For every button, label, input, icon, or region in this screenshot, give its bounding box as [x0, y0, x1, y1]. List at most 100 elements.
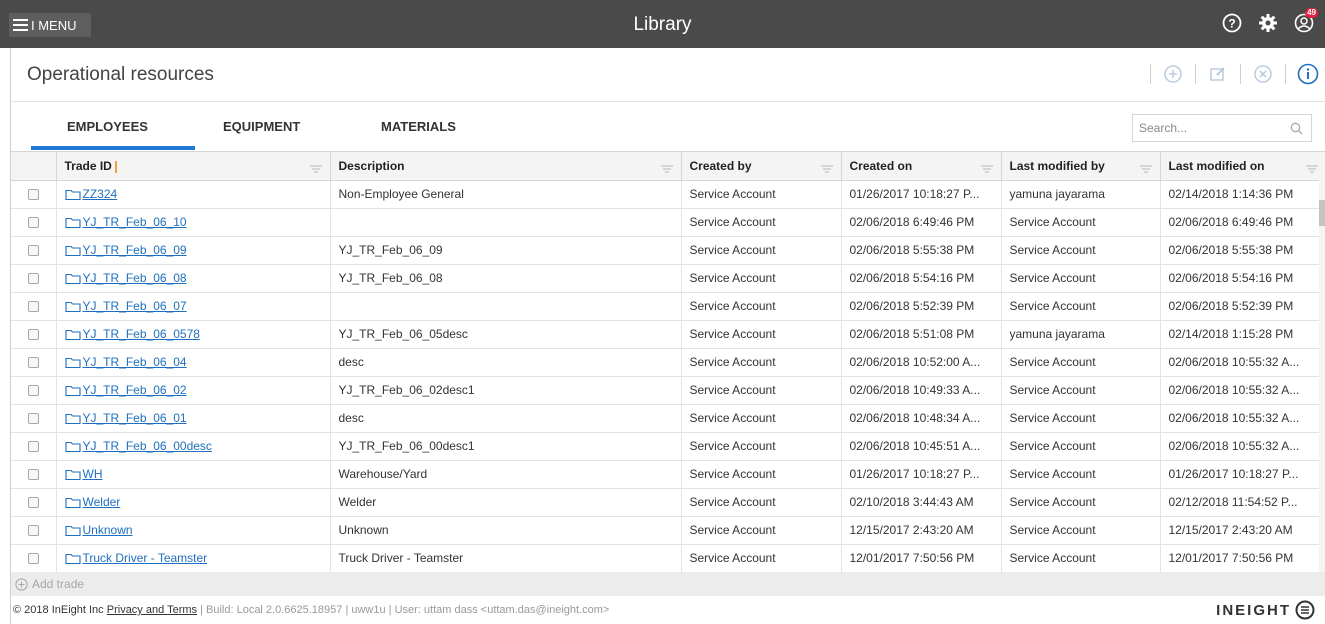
column-header-created-by[interactable]: Created by — [681, 152, 842, 181]
row-checkbox[interactable] — [27, 217, 39, 229]
info-icon[interactable] — [1297, 63, 1319, 85]
filter-icon[interactable] — [1139, 162, 1152, 176]
filter-icon[interactable] — [980, 162, 993, 176]
row-checkbox[interactable] — [27, 413, 39, 425]
help-icon[interactable]: ? — [1221, 12, 1243, 34]
trade-id-link[interactable]: YJ_TR_Feb_06_10 — [83, 215, 187, 229]
search-input[interactable] — [1133, 115, 1283, 141]
last-modified-by-cell: yamuna jayarama — [1001, 320, 1161, 349]
trade-id-link[interactable]: YJ_TR_Feb_06_0578 — [83, 327, 200, 341]
last-modified-on-cell: 02/06/2018 10:55:32 A... — [1160, 404, 1325, 433]
folder-icon — [64, 386, 81, 397]
table-row[interactable]: YJ_TR_Feb_06_0578 YJ_TR_Feb_06_05desc Serv… — [11, 320, 1325, 349]
table-row[interactable]: Welder Welder Service Account 02/10/2018 3:… — [11, 488, 1325, 517]
row-checkbox[interactable] — [27, 301, 39, 313]
sort-indicator-icon — [114, 160, 117, 173]
column-header-trade-id[interactable]: Trade ID — [56, 152, 331, 181]
privacy-terms-link[interactable]: Privacy and Terms — [107, 604, 197, 616]
column-label: Last modified by — [1009, 158, 1105, 173]
table-row[interactable]: YJ_TR_Feb_06_10 Service Account 02/06/2018… — [11, 208, 1325, 237]
created-by-cell: Service Account — [681, 264, 842, 293]
trade-id-link[interactable]: WH — [83, 467, 103, 481]
table-row[interactable]: YJ_TR_Feb_06_01 desc Service Account 02/06/… — [11, 404, 1325, 433]
last-modified-by-cell: Service Account — [1001, 488, 1161, 517]
tab-equipment[interactable]: EQUIPMENT — [223, 119, 300, 134]
add-trade-button[interactable]: Add trade — [15, 577, 84, 591]
trade-id-link[interactable]: YJ_TR_Feb_06_02 — [83, 383, 187, 397]
gear-icon[interactable] — [1257, 12, 1279, 34]
trade-id-link[interactable]: ZZ324 — [83, 187, 118, 201]
row-checkbox[interactable] — [27, 189, 39, 201]
row-checkbox[interactable] — [27, 469, 39, 481]
trade-id-cell: WH — [56, 460, 331, 489]
row-checkbox-cell — [11, 236, 57, 265]
created-on-cell: 02/10/2018 3:44:43 AM — [841, 488, 1002, 517]
trade-id-link[interactable]: YJ_TR_Feb_06_01 — [83, 411, 187, 425]
edit-icon[interactable] — [1207, 63, 1229, 85]
copyright-text: 2018 InEight Inc — [24, 604, 104, 616]
table-row[interactable]: YJ_TR_Feb_06_02 YJ_TR_Feb_06_02desc1 Servi… — [11, 376, 1325, 405]
row-checkbox[interactable] — [27, 329, 39, 341]
table-row[interactable]: Truck Driver - Teamster Truck Driver - Te… — [11, 544, 1325, 572]
folder-icon — [64, 302, 81, 313]
tab-employees[interactable]: EMPLOYEES — [67, 119, 148, 134]
column-header-created-on[interactable]: Created on — [841, 152, 1002, 181]
trade-id-link[interactable]: Truck Driver - Teamster — [83, 551, 208, 565]
column-header-last-modified-by[interactable]: Last modified by — [1001, 152, 1161, 181]
row-checkbox[interactable] — [27, 245, 39, 257]
tab-materials[interactable]: MATERIALS — [381, 119, 456, 134]
filter-icon[interactable] — [820, 162, 833, 176]
filter-icon[interactable] — [1305, 162, 1318, 176]
trade-id-link[interactable]: YJ_TR_Feb_06_09 — [83, 243, 187, 257]
delete-icon[interactable] — [1252, 63, 1274, 85]
filter-icon[interactable] — [660, 162, 673, 176]
created-by-cell: Service Account — [681, 236, 842, 265]
row-checkbox[interactable] — [27, 357, 39, 369]
vertical-scrollbar[interactable] — [1319, 180, 1325, 572]
trade-id-link[interactable]: Unknown — [83, 523, 133, 537]
row-checkbox[interactable] — [27, 441, 39, 453]
trade-id-link[interactable]: YJ_TR_Feb_06_07 — [83, 299, 187, 313]
svg-text:?: ? — [1228, 17, 1235, 31]
row-checkbox[interactable] — [27, 497, 39, 509]
trade-id-cell: Truck Driver - Teamster — [56, 544, 331, 572]
trade-id-cell: YJ_TR_Feb_06_0578 — [56, 320, 331, 349]
add-trade-label: Add trade — [32, 577, 85, 591]
last-modified-on-cell: 02/06/2018 10:55:32 A... — [1160, 376, 1325, 405]
folder-icon — [64, 274, 81, 285]
table-row[interactable]: YJ_TR_Feb_06_04 desc Service Account 02/06/… — [11, 348, 1325, 377]
table-row[interactable]: YJ_TR_Feb_06_08 YJ_TR_Feb_06_08 Service Ac… — [11, 264, 1325, 293]
add-icon[interactable] — [1162, 63, 1184, 85]
row-checkbox-cell — [11, 180, 57, 209]
filter-icon[interactable] — [309, 162, 322, 176]
table-row[interactable]: ZZ324 Non-Employee General Service Account… — [11, 180, 1325, 209]
folder-icon — [64, 330, 81, 341]
row-checkbox[interactable] — [27, 525, 39, 537]
description-cell: desc — [330, 348, 682, 377]
user-notifications-icon[interactable]: 49 — [1293, 8, 1318, 34]
table-row[interactable]: Unknown Unknown Service Account 12/15/2017 … — [11, 516, 1325, 545]
search-icon[interactable] — [1290, 122, 1303, 138]
scrollbar-thumb[interactable] — [1319, 200, 1325, 226]
trade-id-link[interactable]: YJ_TR_Feb_06_04 — [83, 355, 187, 369]
row-checkbox[interactable] — [27, 273, 39, 285]
trade-id-link[interactable]: Welder — [83, 495, 121, 509]
column-header-description[interactable]: Description — [330, 152, 682, 181]
row-checkbox[interactable] — [27, 385, 39, 397]
column-label: Description — [338, 158, 405, 173]
table-row[interactable]: WH Warehouse/Yard Service Account 01/26/201… — [11, 460, 1325, 489]
table-row[interactable]: YJ_TR_Feb_06_07 Service Account 02/06/2018… — [11, 292, 1325, 321]
last-modified-by-cell: Service Account — [1001, 460, 1161, 489]
trade-id-link[interactable]: YJ_TR_Feb_06_08 — [83, 271, 187, 285]
column-header-last-modified-on[interactable]: Last modified on — [1160, 152, 1325, 181]
last-modified-by-cell: Service Account — [1001, 292, 1161, 321]
last-modified-on-cell: 02/06/2018 6:49:46 PM — [1160, 208, 1325, 237]
row-checkbox[interactable] — [27, 553, 39, 565]
search-box — [1132, 114, 1312, 142]
table-row[interactable]: YJ_TR_Feb_06_09 YJ_TR_Feb_06_09 Service Ac… — [11, 236, 1325, 265]
trade-id-link[interactable]: YJ_TR_Feb_06_00desc — [83, 439, 212, 453]
folder-icon — [64, 498, 81, 509]
description-cell: Non-Employee General — [330, 180, 682, 209]
created-by-cell: Service Account — [681, 376, 842, 405]
table-row[interactable]: YJ_TR_Feb_06_00desc YJ_TR_Feb_06_00desc1 S… — [11, 432, 1325, 461]
